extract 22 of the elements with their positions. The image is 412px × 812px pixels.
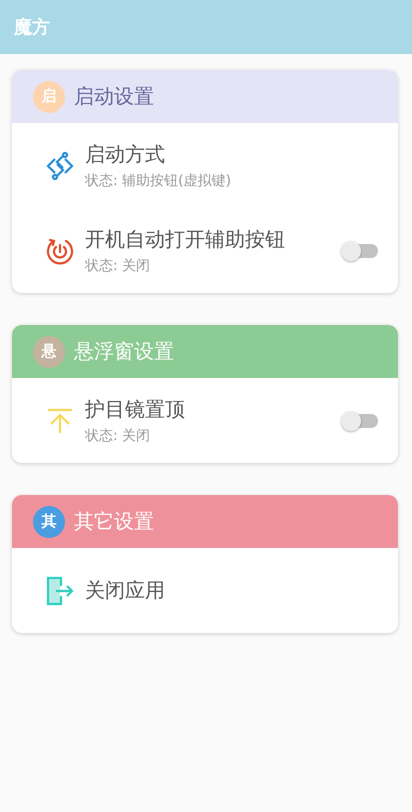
link-icon	[44, 150, 76, 182]
settings-item[interactable]: 开机自动打开辅助按钮 状态: 关闭	[12, 208, 398, 293]
settings-item[interactable]: 启动方式 状态: 辅助按钮(虚拟键)	[12, 123, 398, 208]
section-badge: 启	[33, 80, 65, 112]
item-status: 状态: 辅助按钮(虚拟键)	[85, 172, 232, 190]
item-status: 状态: 关闭	[85, 427, 152, 445]
toggle-switch[interactable]	[344, 244, 378, 258]
item-title: 护目镜置顶	[85, 396, 186, 423]
exit-icon	[44, 574, 76, 606]
settings-item[interactable]: 护目镜置顶 状态: 关闭	[12, 378, 398, 463]
settings-item[interactable]: 关闭应用	[12, 548, 398, 633]
item-title: 启动方式	[85, 141, 166, 168]
item-status: 状态: 关闭	[85, 257, 152, 275]
section-badge: 其	[33, 506, 65, 538]
section-badge: 悬	[33, 336, 65, 368]
item-title: 开机自动打开辅助按钮	[85, 226, 286, 253]
item-title: 关闭应用	[85, 577, 166, 604]
toggle-switch[interactable]	[344, 414, 378, 428]
app-title: 魔方	[14, 16, 50, 39]
section-title: 悬浮窗设置	[74, 338, 174, 365]
section-title: 启动设置	[74, 83, 154, 110]
section-title: 其它设置	[74, 508, 154, 535]
